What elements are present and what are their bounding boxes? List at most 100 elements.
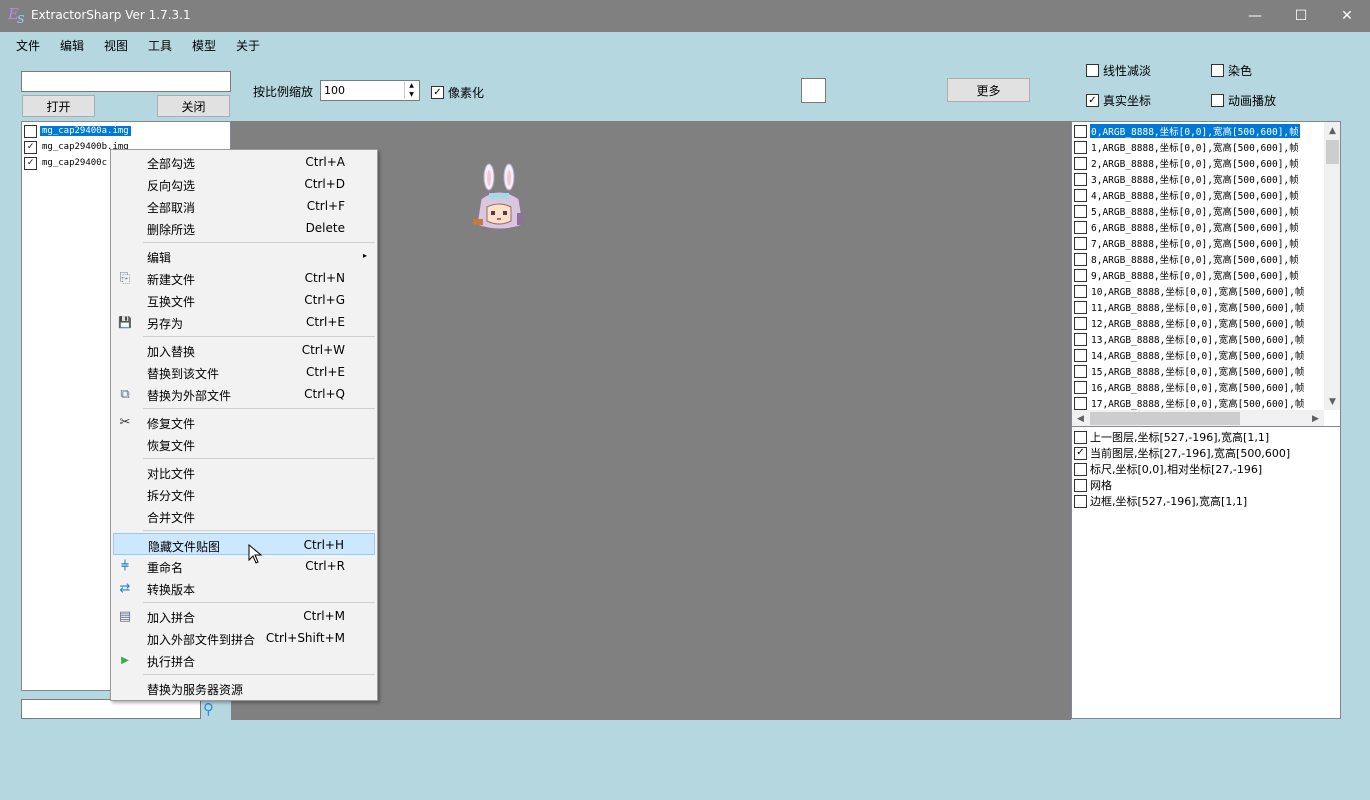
frame-item[interactable]: 5,ARGB_8888,坐标[0,0],宽高[500,600],帧 <box>1074 203 1322 219</box>
linear-dodge-checkbox[interactable]: 线性减淡 <box>1086 62 1151 79</box>
menu-item-edit[interactable]: 编辑 ▸ <box>113 245 375 267</box>
menu-item-add-replace[interactable]: 加入替换 Ctrl+W <box>113 339 375 361</box>
menu-model[interactable]: 模型 <box>192 37 216 54</box>
layer-item-border[interactable]: 边框,坐标[527,-196],宽高[1,1] <box>1074 493 1247 509</box>
menu-item-add-external-merge[interactable]: 加入外部文件到拼合 Ctrl+Shift+M <box>113 627 375 649</box>
scroll-up-icon[interactable]: ▲ <box>1324 122 1340 139</box>
frame-checkbox[interactable] <box>1074 252 1087 266</box>
frame-checkbox[interactable] <box>1074 284 1087 298</box>
frame-checkbox[interactable] <box>1074 204 1087 218</box>
frame-checkbox[interactable] <box>1074 348 1087 362</box>
list-item[interactable]: ✓ mg_cap29400c <box>24 155 109 171</box>
search-icon[interactable]: ⚲ <box>203 700 223 720</box>
menu-file[interactable]: 文件 <box>16 37 40 54</box>
scale-spinner[interactable]: 100 ▲ ▼ <box>320 80 420 101</box>
pixelate-checkbox[interactable]: ✓ 像素化 <box>431 84 484 101</box>
frame-item[interactable]: 3,ARGB_8888,坐标[0,0],宽高[500,600],帧 <box>1074 171 1322 187</box>
layer-list[interactable]: 上一图层,坐标[527,-196],宽高[1,1] ✓ 当前图层,坐标[27,-… <box>1071 427 1341 719</box>
menu-item-save-as[interactable]: 💾 另存为 Ctrl+E <box>113 311 375 333</box>
hscroll-thumb[interactable] <box>1090 412 1240 425</box>
menu-item-add-merge[interactable]: ▤ 加入拼合 Ctrl+M <box>113 605 375 627</box>
menu-about[interactable]: 关于 <box>236 37 260 54</box>
frame-list[interactable]: 0,ARGB_8888,坐标[0,0],宽高[500,600],帧 1,ARGB_… <box>1071 121 1341 427</box>
frame-item[interactable]: 0,ARGB_8888,坐标[0,0],宽高[500,600],帧 <box>1074 123 1322 139</box>
menu-view[interactable]: 视图 <box>104 37 128 54</box>
frame-item[interactable]: 15,ARGB_8888,坐标[0,0],宽高[500,600],帧 <box>1074 363 1322 379</box>
menu-tools[interactable]: 工具 <box>148 37 172 54</box>
frame-item[interactable]: 6,ARGB_8888,坐标[0,0],宽高[500,600],帧 <box>1074 219 1322 235</box>
frame-item[interactable]: 10,ARGB_8888,坐标[0,0],宽高[500,600],帧 <box>1074 283 1322 299</box>
frame-item[interactable]: 11,ARGB_8888,坐标[0,0],宽高[500,600],帧 <box>1074 299 1322 315</box>
spin-up-icon[interactable]: ▲ <box>404 81 418 90</box>
dye-checkbox[interactable]: 染色 <box>1211 62 1252 79</box>
frame-checkbox[interactable] <box>1074 316 1087 330</box>
path-input[interactable] <box>21 71 231 92</box>
close-button[interactable]: 关闭 <box>157 95 230 117</box>
menu-item-split-file[interactable]: 拆分文件 <box>113 483 375 505</box>
frame-item[interactable]: 2,ARGB_8888,坐标[0,0],宽高[500,600],帧 <box>1074 155 1322 171</box>
frame-item[interactable]: 13,ARGB_8888,坐标[0,0],宽高[500,600],帧 <box>1074 331 1322 347</box>
layer-item-grid[interactable]: 网格 <box>1074 477 1112 493</box>
frame-item[interactable]: 9,ARGB_8888,坐标[0,0],宽高[500,600],帧 <box>1074 267 1322 283</box>
menu-item-invert-check[interactable]: 反向勾选 Ctrl+D <box>113 173 375 195</box>
scroll-down-icon[interactable]: ▼ <box>1324 393 1340 410</box>
frame-item[interactable]: 17,ARGB_8888,坐标[0,0],宽高[500,600],帧 <box>1074 395 1322 411</box>
menu-item-delete-selected[interactable]: 删除所选 Delete <box>113 217 375 239</box>
list-item[interactable]: mg_cap29400a.img <box>24 123 131 139</box>
frame-item[interactable]: 4,ARGB_8888,坐标[0,0],宽高[500,600],帧 <box>1074 187 1322 203</box>
frame-list-vscroll[interactable]: ▲ ▼ <box>1324 122 1340 410</box>
color-swatch[interactable] <box>801 78 826 103</box>
menu-item-hide-texture[interactable]: 隐藏文件贴图 Ctrl+H <box>113 533 375 555</box>
menu-item-check-all[interactable]: 全部勾选 Ctrl+A <box>113 151 375 173</box>
frame-checkbox[interactable] <box>1074 140 1087 154</box>
menu-item-replace-external[interactable]: ⧉ 替换为外部文件 Ctrl+Q <box>113 383 375 405</box>
check-icon[interactable]: ✓ <box>24 140 37 154</box>
menu-item-swap-file[interactable]: 互换文件 Ctrl+G <box>113 289 375 311</box>
frame-item[interactable]: 8,ARGB_8888,坐标[0,0],宽高[500,600],帧 <box>1074 251 1322 267</box>
minimize-icon[interactable]: — <box>1232 0 1278 32</box>
frame-item[interactable]: 7,ARGB_8888,坐标[0,0],宽高[500,600],帧 <box>1074 235 1322 251</box>
menu-item-new-file[interactable]: ⎘ 新建文件 Ctrl+N <box>113 267 375 289</box>
menu-item-convert-version[interactable]: ⇄ 转换版本 <box>113 577 375 599</box>
open-button[interactable]: 打开 <box>22 95 95 117</box>
check-icon[interactable]: ✓ <box>1074 446 1087 460</box>
check-icon[interactable]: ✓ <box>24 156 37 170</box>
maximize-icon[interactable]: ☐ <box>1278 0 1324 32</box>
menu-item-replace-to-file[interactable]: 替换到该文件 Ctrl+E <box>113 361 375 383</box>
spin-down-icon[interactable]: ▼ <box>404 90 418 99</box>
menu-item-rename[interactable]: ⫩ 重命名 Ctrl+R <box>113 555 375 577</box>
menu-item-replace-server[interactable]: 替换为服务器资源 <box>113 677 375 699</box>
frame-checkbox[interactable] <box>1074 124 1087 138</box>
vscroll-thumb[interactable] <box>1326 140 1339 164</box>
frame-checkbox[interactable] <box>1074 300 1087 314</box>
frame-item[interactable]: 12,ARGB_8888,坐标[0,0],宽高[500,600],帧 <box>1074 315 1322 331</box>
frame-checkbox[interactable] <box>1074 188 1087 202</box>
frame-checkbox[interactable] <box>1074 156 1087 170</box>
frame-item[interactable]: 1,ARGB_8888,坐标[0,0],宽高[500,600],帧 <box>1074 139 1322 155</box>
animation-checkbox[interactable]: 动画播放 <box>1211 92 1276 109</box>
frame-checkbox[interactable] <box>1074 268 1087 282</box>
menu-item-merge-file[interactable]: 合并文件 <box>113 505 375 527</box>
layer-item-current[interactable]: ✓ 当前图层,坐标[27,-196],宽高[500,600] <box>1074 445 1290 461</box>
search-input[interactable] <box>21 699 201 719</box>
menu-edit[interactable]: 编辑 <box>60 37 84 54</box>
scroll-left-icon[interactable]: ◀ <box>1072 410 1089 426</box>
scroll-right-icon[interactable]: ▶ <box>1307 410 1324 426</box>
frame-checkbox[interactable] <box>1074 396 1087 410</box>
frame-checkbox[interactable] <box>1074 172 1087 186</box>
real-coords-checkbox[interactable]: ✓ 真实坐标 <box>1086 92 1151 109</box>
frame-list-hscroll[interactable]: ◀ ▶ <box>1072 410 1324 426</box>
menu-item-uncheck-all[interactable]: 全部取消 Ctrl+F <box>113 195 375 217</box>
close-icon[interactable]: ✕ <box>1324 0 1370 32</box>
menu-item-repair-file[interactable]: ✂ 修复文件 <box>113 411 375 433</box>
menu-item-compare-file[interactable]: 对比文件 <box>113 461 375 483</box>
more-button[interactable]: 更多 <box>947 78 1030 102</box>
frame-checkbox[interactable] <box>1074 236 1087 250</box>
frame-checkbox[interactable] <box>1074 364 1087 378</box>
frame-item[interactable]: 14,ARGB_8888,坐标[0,0],宽高[500,600],帧 <box>1074 347 1322 363</box>
frame-checkbox[interactable] <box>1074 220 1087 234</box>
menu-item-restore-file[interactable]: 恢复文件 <box>113 433 375 455</box>
frame-item[interactable]: 16,ARGB_8888,坐标[0,0],宽高[500,600],帧 <box>1074 379 1322 395</box>
frame-checkbox[interactable] <box>1074 380 1087 394</box>
layer-item-ruler[interactable]: 标尺,坐标[0,0],相对坐标[27,-196] <box>1074 461 1262 477</box>
